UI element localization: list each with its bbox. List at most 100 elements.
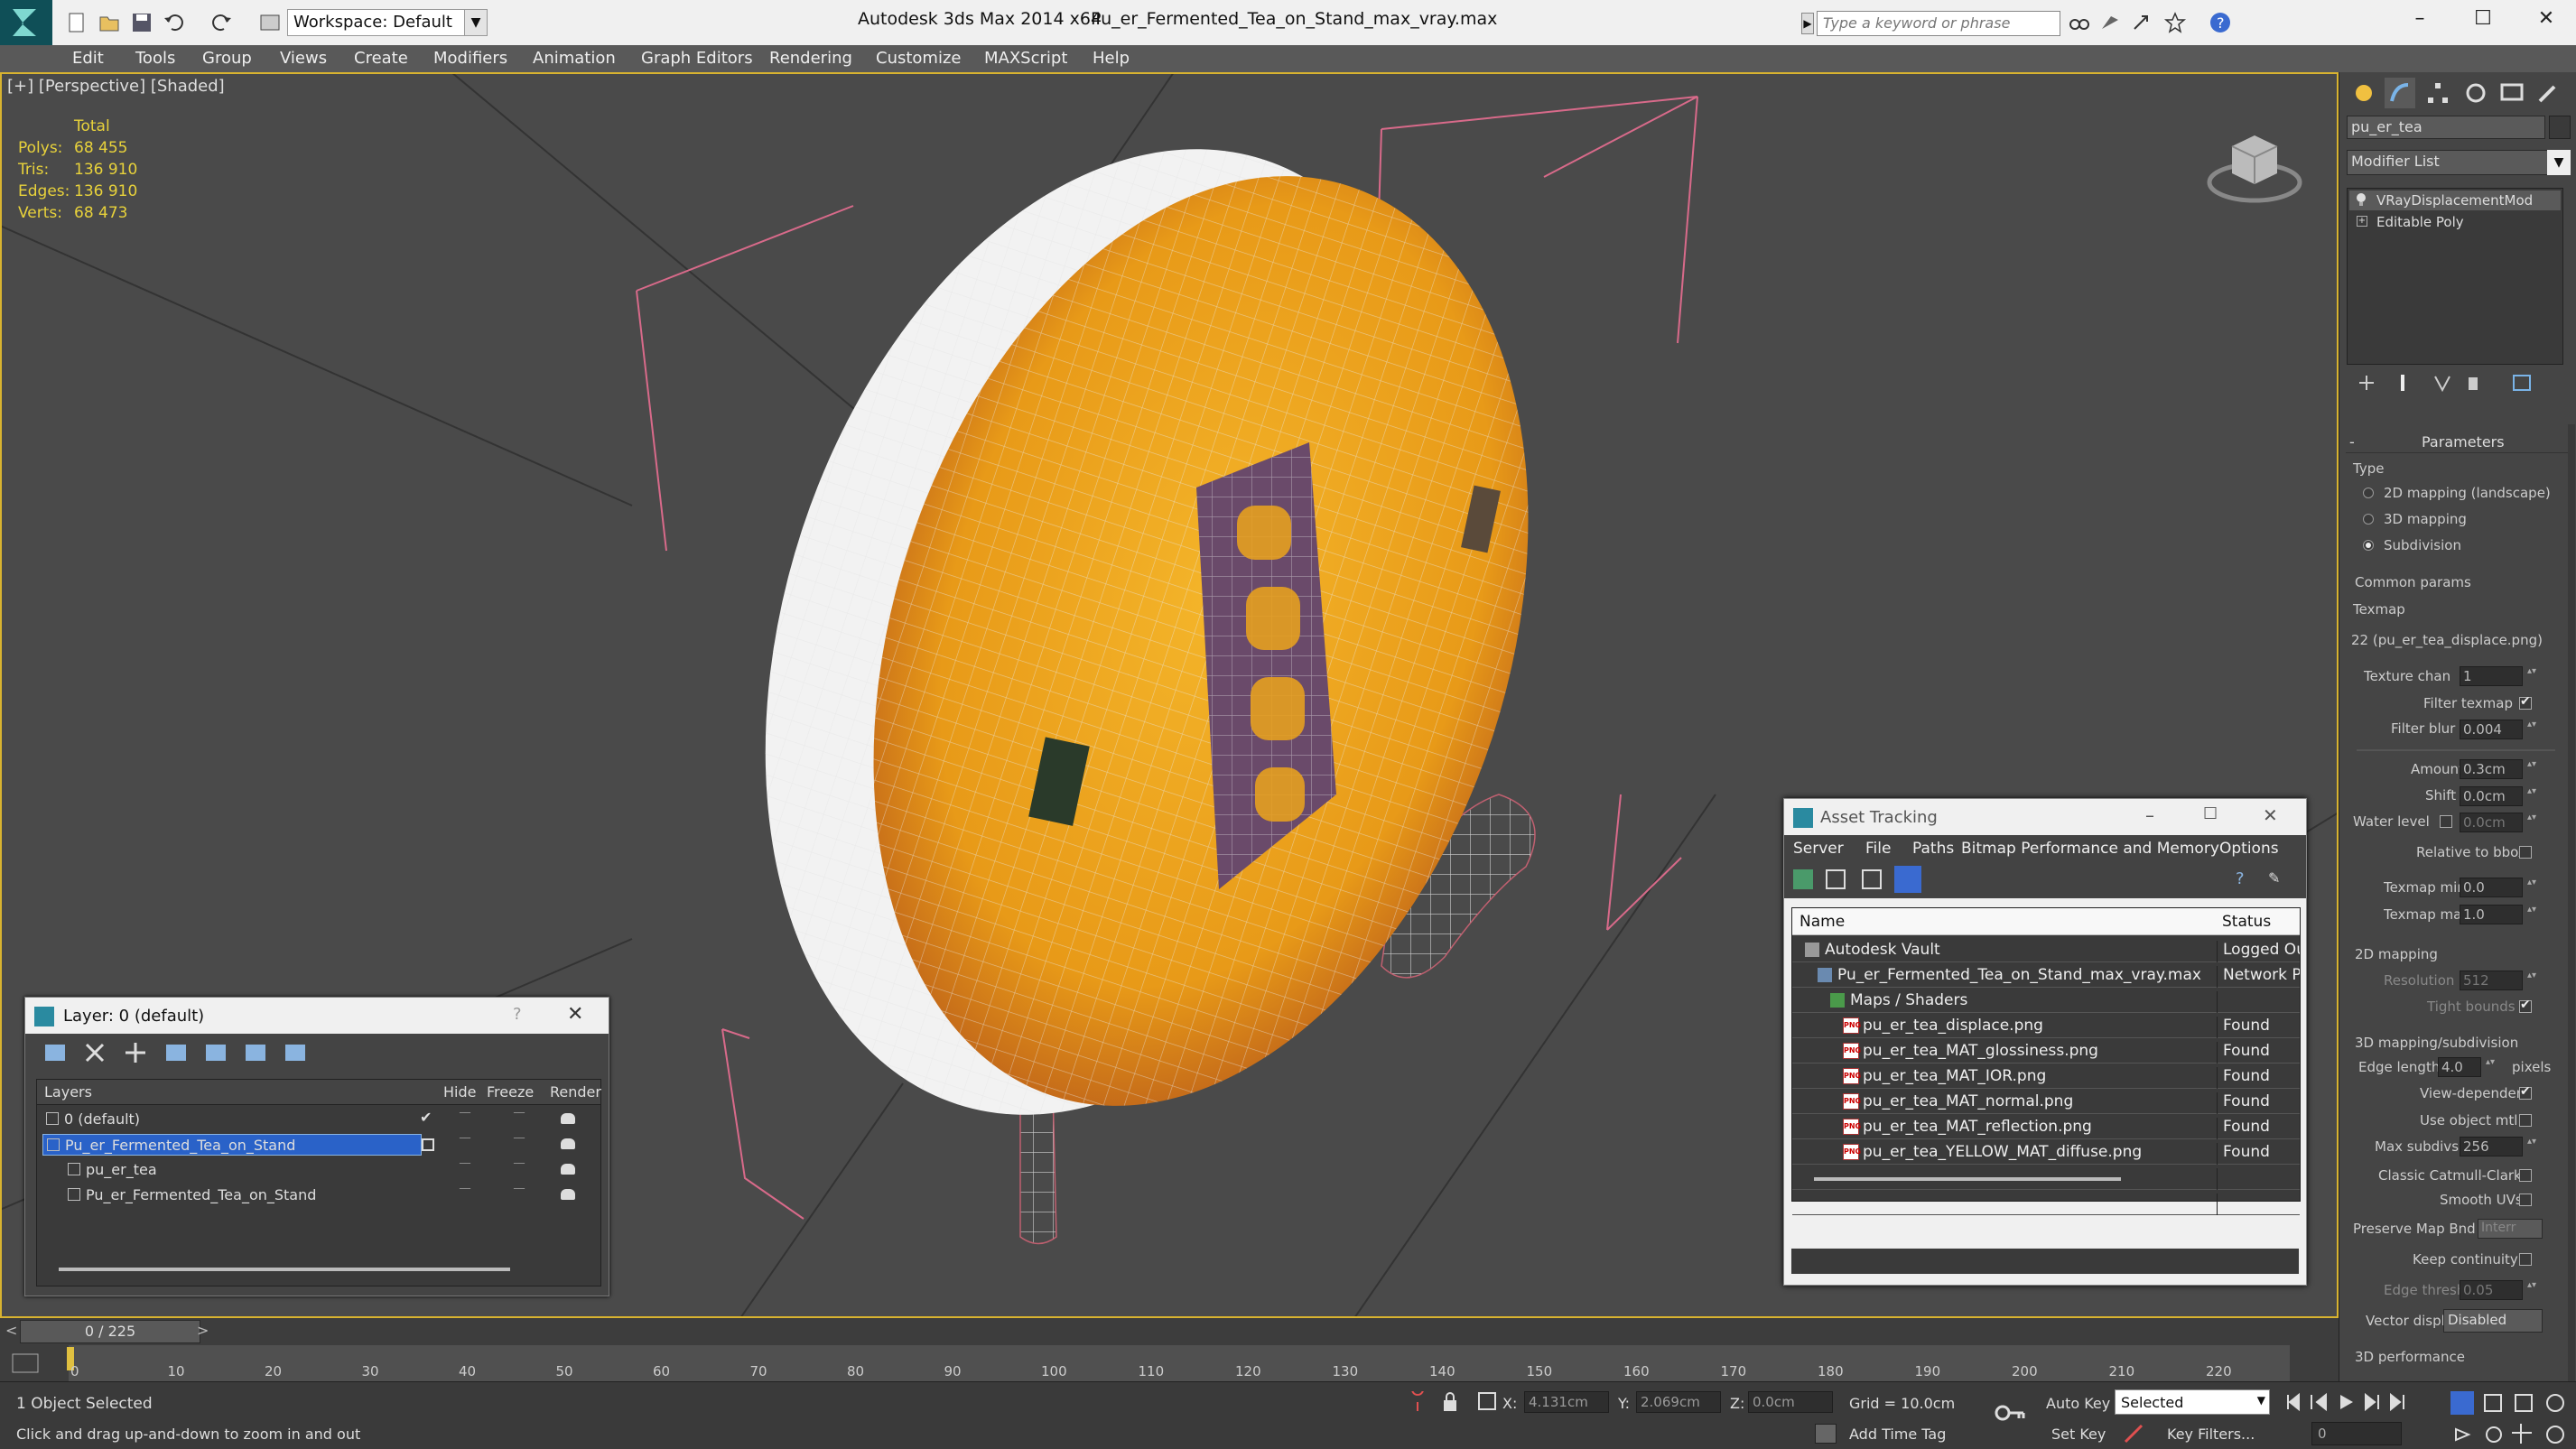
freeze-toggle[interactable]: ── [514,1109,525,1119]
radio-3d-mapping[interactable] [2363,514,2374,525]
asset-menu-bitmap[interactable]: Bitmap Performance and Memory [1961,840,2219,858]
pin-stack-icon[interactable] [2356,372,2377,394]
param-scrollbar[interactable] [2568,424,2575,1381]
maximize-icon[interactable]: ☐ [2203,804,2218,823]
col-name[interactable]: Name [1799,913,1845,931]
close-button[interactable]: ✕ [2528,7,2564,38]
auto-key-button[interactable]: Auto Key [2046,1395,2110,1412]
new-file-icon[interactable] [65,11,88,34]
time-prev-arrow[interactable]: < [5,1322,17,1339]
menu-group[interactable]: Group [202,49,252,68]
layer-row[interactable]: 0 (default) ✔ ── ── [37,1107,600,1132]
hierarchy-tab-icon[interactable] [2423,78,2453,108]
workspace-arrow[interactable]: ▼ [464,9,488,36]
asset-hscroll[interactable] [1814,1177,2121,1181]
close-icon[interactable]: ✕ [2263,804,2278,826]
minimize-button[interactable]: – [2402,7,2438,38]
display-tab-icon[interactable] [2497,78,2527,108]
asset-row[interactable]: Autodesk Vault Logged Out [1792,937,2300,962]
vault-icon[interactable]: ✎ [2268,869,2288,889]
create-tab-icon[interactable] [2348,78,2379,108]
asset-path-field[interactable] [1790,1247,2301,1276]
col-hide[interactable]: Hide [443,1083,476,1101]
render-teapot-icon[interactable] [561,1164,575,1175]
freeze-toggle[interactable]: ── [514,1184,525,1194]
render-teapot-icon[interactable] [561,1189,575,1200]
asset-row[interactable]: PNG pu_er_tea_MAT_normal.png Found [1792,1089,2300,1114]
menu-customize[interactable]: Customize [876,49,961,68]
configure-modifier-sets-icon[interactable] [2511,372,2533,394]
freeze-toggle[interactable]: ── [514,1159,525,1169]
layer-dialog-titlebar[interactable]: Layer: 0 (default) ? ✕ [25,998,609,1034]
asset-menu-options[interactable]: Options [2219,840,2279,858]
menu-tools[interactable]: Tools [135,49,175,68]
absolute-mode-icon[interactable] [1477,1391,1497,1411]
view-dependent-checkbox[interactable] [2519,1084,2532,1100]
menu-edit[interactable]: Edit [72,49,104,68]
radio-subdivision[interactable] [2363,540,2374,551]
radio-2d-mapping[interactable] [2363,488,2374,498]
x-coordinate-field[interactable]: 4.131cm [1524,1391,1609,1413]
curve-editor-icon[interactable] [9,1351,45,1376]
parameters-rollout-header[interactable]: - Parameters [2346,433,2568,453]
make-unique-icon[interactable] [2432,372,2453,394]
layer-row[interactable]: Pu_er_Fermented_Tea_on_Stand ── ── [37,1132,600,1157]
binoculars-icon[interactable] [2068,11,2091,34]
modifier-stack-item[interactable]: VRayDisplacementMod [2349,190,2561,210]
utilities-tab-icon[interactable] [2533,78,2563,108]
col-status[interactable]: Status [2222,913,2271,931]
edge-length-spinner[interactable]: 4.0 [2438,1057,2493,1077]
frame-field[interactable]: 0 [2311,1422,2402,1445]
time-tag-icon[interactable] [1815,1424,1837,1444]
close-icon[interactable]: ✕ [567,1003,583,1026]
key-filters-button[interactable]: Key Filters... [2167,1426,2255,1443]
asset-row[interactable]: PNG pu_er_tea_displace.png Found [1792,1013,2300,1038]
favorites-star-icon[interactable] [2163,11,2187,34]
texmap-button[interactable]: 22 (pu_er_tea_displace.png) [2351,632,2557,648]
asset-row[interactable]: Maps / Shaders [1792,988,2300,1013]
add-time-tag[interactable]: Add Time Tag [1849,1426,1946,1443]
object-color-swatch[interactable] [2549,116,2571,139]
set-current-layer-box[interactable] [422,1138,434,1151]
layer-row[interactable]: Pu_er_Fermented_Tea_on_Stand ── ── [37,1183,600,1208]
layer-scrollbar[interactable] [59,1268,510,1271]
key-icon[interactable] [1994,1400,2026,1426]
refresh-icon[interactable] [1793,869,1813,889]
open-folder-icon[interactable] [98,11,121,34]
search-input[interactable]: Type a keyword or phrase [1817,11,2060,36]
help-icon[interactable]: ? [513,1005,522,1024]
viewcube[interactable] [2205,110,2304,209]
shift-spinner[interactable]: 0.0cm [2460,786,2534,806]
asset-row[interactable]: PNG pu_er_tea_MAT_glossiness.png Found [1792,1038,2300,1064]
table-view-icon[interactable] [1894,866,1921,893]
classic-catmull-checkbox[interactable] [2519,1169,2532,1182]
set-key-button[interactable]: Set Key [2051,1426,2106,1443]
communication-icon[interactable] [2131,11,2154,34]
asset-row[interactable]: Pu_er_Fermented_Tea_on_Stand_max_vray.ma… [1792,962,2300,988]
menu-modifiers[interactable]: Modifiers [433,49,507,68]
time-next-arrow[interactable]: > [197,1322,209,1339]
preserve-map-bnd-dropdown[interactable]: Interr [2478,1219,2543,1239]
resolution-spinner[interactable]: 512 [2460,971,2534,990]
col-layers[interactable]: Layers [44,1083,92,1101]
show-end-result-icon[interactable] [2392,372,2413,394]
modifier-list-arrow-icon[interactable]: ▼ [2547,150,2571,175]
edge-thresh-spinner[interactable]: 0.05 [2460,1280,2534,1300]
hide-toggle[interactable]: ── [460,1159,470,1169]
tight-bounds-checkbox[interactable] [2519,998,2532,1013]
motion-tab-icon[interactable] [2460,78,2491,108]
menu-views[interactable]: Views [280,49,327,68]
time-slider[interactable]: < 0 / 225 > [0,1318,2339,1345]
smooth-uvs-checkbox[interactable] [2519,1194,2532,1206]
asset-row[interactable]: PNG pu_er_tea_YELLOW_MAT_diffuse.png Found [1792,1139,2300,1165]
save-icon[interactable] [130,11,153,34]
current-layer-check-icon[interactable]: ✔ [420,1109,432,1126]
asset-menu-paths[interactable]: Paths [1912,840,1954,858]
render-teapot-icon[interactable] [561,1113,575,1124]
asset-tracking-titlebar[interactable]: Asset Tracking – ☐ ✕ [1784,799,2306,835]
remove-modifier-icon[interactable] [2462,372,2484,394]
time-slider-thumb[interactable]: 0 / 225 [20,1320,200,1343]
help-icon[interactable]: ? [2209,11,2232,34]
bulb-icon[interactable] [2355,192,2367,207]
set-key-icon[interactable] [2122,1420,2145,1445]
